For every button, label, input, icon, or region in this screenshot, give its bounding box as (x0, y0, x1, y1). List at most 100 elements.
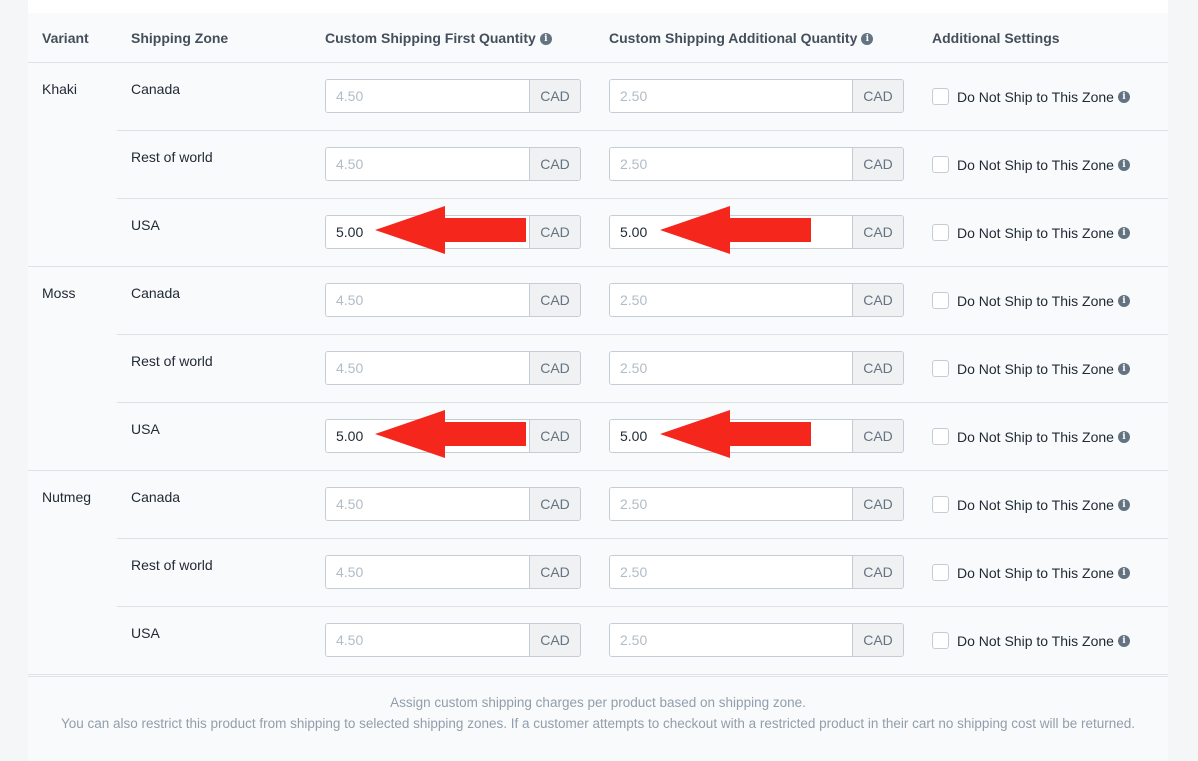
first-quantity-input[interactable] (326, 556, 529, 588)
additional-quantity-input[interactable] (610, 148, 852, 180)
first-quantity-group: CAD (325, 487, 581, 521)
currency-addon: CAD (529, 420, 580, 452)
checkbox[interactable] (932, 564, 949, 581)
checkbox[interactable] (932, 224, 949, 241)
table-row: Moss Canada CAD CAD Do Not Ship to This … (28, 267, 1168, 335)
do-not-ship-checkbox[interactable]: Do Not Ship to This Zone i (932, 224, 1130, 241)
red-arrow-annotation (375, 410, 526, 458)
checkbox-label: Do Not Ship to This Zone (957, 632, 1114, 649)
header-variant: Variant (42, 30, 89, 46)
currency-addon: CAD (529, 216, 580, 248)
zone-name: USA (131, 421, 160, 437)
checkbox-label: Do Not Ship to This Zone (957, 564, 1114, 581)
table-row: Rest of world CAD CAD Do Not Ship to Thi… (28, 335, 1168, 403)
do-not-ship-checkbox[interactable]: Do Not Ship to This Zone i (932, 88, 1130, 105)
additional-quantity-group: CAD (609, 555, 904, 589)
red-arrow-annotation (375, 206, 526, 254)
first-quantity-input[interactable] (326, 284, 529, 316)
first-quantity-input[interactable] (326, 488, 529, 520)
table-row: USA CAD CAD Do Not Ship to This Zonei (28, 607, 1168, 675)
do-not-ship-checkbox[interactable]: Do Not Ship to This Zone i (932, 428, 1130, 445)
do-not-ship-checkbox[interactable]: Do Not Ship to This Zone i (932, 156, 1130, 173)
checkbox[interactable] (932, 88, 949, 105)
currency-addon: CAD (852, 352, 903, 384)
checkbox[interactable] (932, 360, 949, 377)
zone-name: Rest of world (131, 353, 213, 369)
do-not-ship-checkbox[interactable]: Do Not Ship to This Zone i (932, 564, 1130, 581)
currency-addon: CAD (852, 488, 903, 520)
currency-addon: CAD (852, 420, 903, 452)
currency-addon: CAD (529, 624, 580, 656)
first-quantity-input[interactable] (326, 148, 529, 180)
additional-quantity-group: CAD (609, 487, 904, 521)
additional-quantity-input[interactable] (610, 624, 852, 656)
first-quantity-group: CAD (325, 283, 581, 317)
table-row: USA CAD CAD Do Not Ship to This Zonei (28, 199, 1168, 267)
checkbox-label: Do Not Ship to This Zone (957, 224, 1114, 241)
info-icon[interactable]: i (861, 33, 874, 46)
table-row: USA CAD CAD Do Not Ship to This Zonei (28, 403, 1168, 471)
info-icon[interactable]: i (1117, 90, 1130, 103)
variant-name: Nutmeg (42, 489, 92, 505)
additional-quantity-input[interactable] (610, 556, 852, 588)
checkbox[interactable] (932, 292, 949, 309)
first-quantity-group: CAD (325, 351, 581, 385)
red-arrow-annotation (660, 206, 811, 254)
currency-addon: CAD (529, 352, 580, 384)
info-icon[interactable]: i (1117, 430, 1130, 443)
help-text: Assign custom shipping charges per produ… (28, 676, 1168, 761)
checkbox-label: Do Not Ship to This Zone (957, 156, 1114, 173)
currency-addon: CAD (852, 556, 903, 588)
checkbox[interactable] (932, 496, 949, 513)
checkbox-label: Do Not Ship to This Zone (957, 428, 1114, 445)
header-first-label: Custom Shipping First Quantity (325, 30, 536, 46)
currency-addon: CAD (852, 216, 903, 248)
checkbox-label: Do Not Ship to This Zone (957, 88, 1114, 105)
header-additional-label: Custom Shipping Additional Quantity (609, 30, 858, 46)
header-settings: Additional Settings (932, 30, 1060, 46)
shipping-card: Variant Shipping Zone Custom Shipping Fi… (28, 0, 1168, 761)
info-icon[interactable]: i (1117, 566, 1130, 579)
first-quantity-input[interactable] (326, 352, 529, 384)
info-icon[interactable]: i (1117, 498, 1130, 511)
info-icon[interactable]: i (539, 33, 552, 46)
header-first-quantity: Custom Shipping First Quantity i (325, 30, 552, 46)
first-quantity-input[interactable] (326, 80, 529, 112)
additional-quantity-group: CAD (609, 79, 904, 113)
do-not-ship-checkbox[interactable]: Do Not Ship to This Zone i (932, 292, 1130, 309)
do-not-ship-checkbox[interactable]: Do Not Ship to This Zone i (932, 496, 1130, 513)
info-icon[interactable]: i (1117, 362, 1130, 375)
table-row: Rest of world CAD CAD Do Not Ship to Thi… (28, 131, 1168, 199)
additional-quantity-group: CAD (609, 351, 904, 385)
currency-addon: CAD (529, 556, 580, 588)
info-icon[interactable]: i (1117, 294, 1130, 307)
additional-quantity-input[interactable] (610, 284, 852, 316)
zone-name: Canada (131, 285, 181, 301)
info-icon[interactable]: i (1117, 634, 1130, 647)
info-icon[interactable]: i (1117, 158, 1130, 171)
first-quantity-group: CAD (325, 79, 581, 113)
header-additional-quantity: Custom Shipping Additional Quantity i (609, 30, 874, 46)
currency-addon: CAD (852, 148, 903, 180)
currency-addon: CAD (529, 488, 580, 520)
currency-addon: CAD (529, 80, 580, 112)
do-not-ship-checkbox[interactable]: Do Not Ship to This Zone i (932, 360, 1130, 377)
first-quantity-input[interactable] (326, 624, 529, 656)
checkbox[interactable] (932, 632, 949, 649)
additional-quantity-input[interactable] (610, 352, 852, 384)
red-arrow-annotation (660, 410, 811, 458)
info-icon[interactable]: i (1117, 226, 1130, 239)
currency-addon: CAD (852, 624, 903, 656)
do-not-ship-checkbox[interactable]: Do Not Ship to This Zone i (932, 632, 1130, 649)
table-row: Khaki Canada CAD CAD Do Not Ship to This… (28, 63, 1168, 131)
checkbox[interactable] (932, 156, 949, 173)
additional-quantity-input[interactable] (610, 80, 852, 112)
additional-quantity-input[interactable] (610, 488, 852, 520)
table-row: Rest of world CAD CAD Do Not Ship to Thi… (28, 539, 1168, 607)
zone-name: Canada (131, 489, 181, 505)
checkbox[interactable] (932, 428, 949, 445)
zone-name: Canada (131, 81, 181, 97)
variant-name: Khaki (42, 81, 78, 97)
help-line-1: Assign custom shipping charges per produ… (390, 695, 806, 710)
zone-name: Rest of world (131, 557, 213, 573)
